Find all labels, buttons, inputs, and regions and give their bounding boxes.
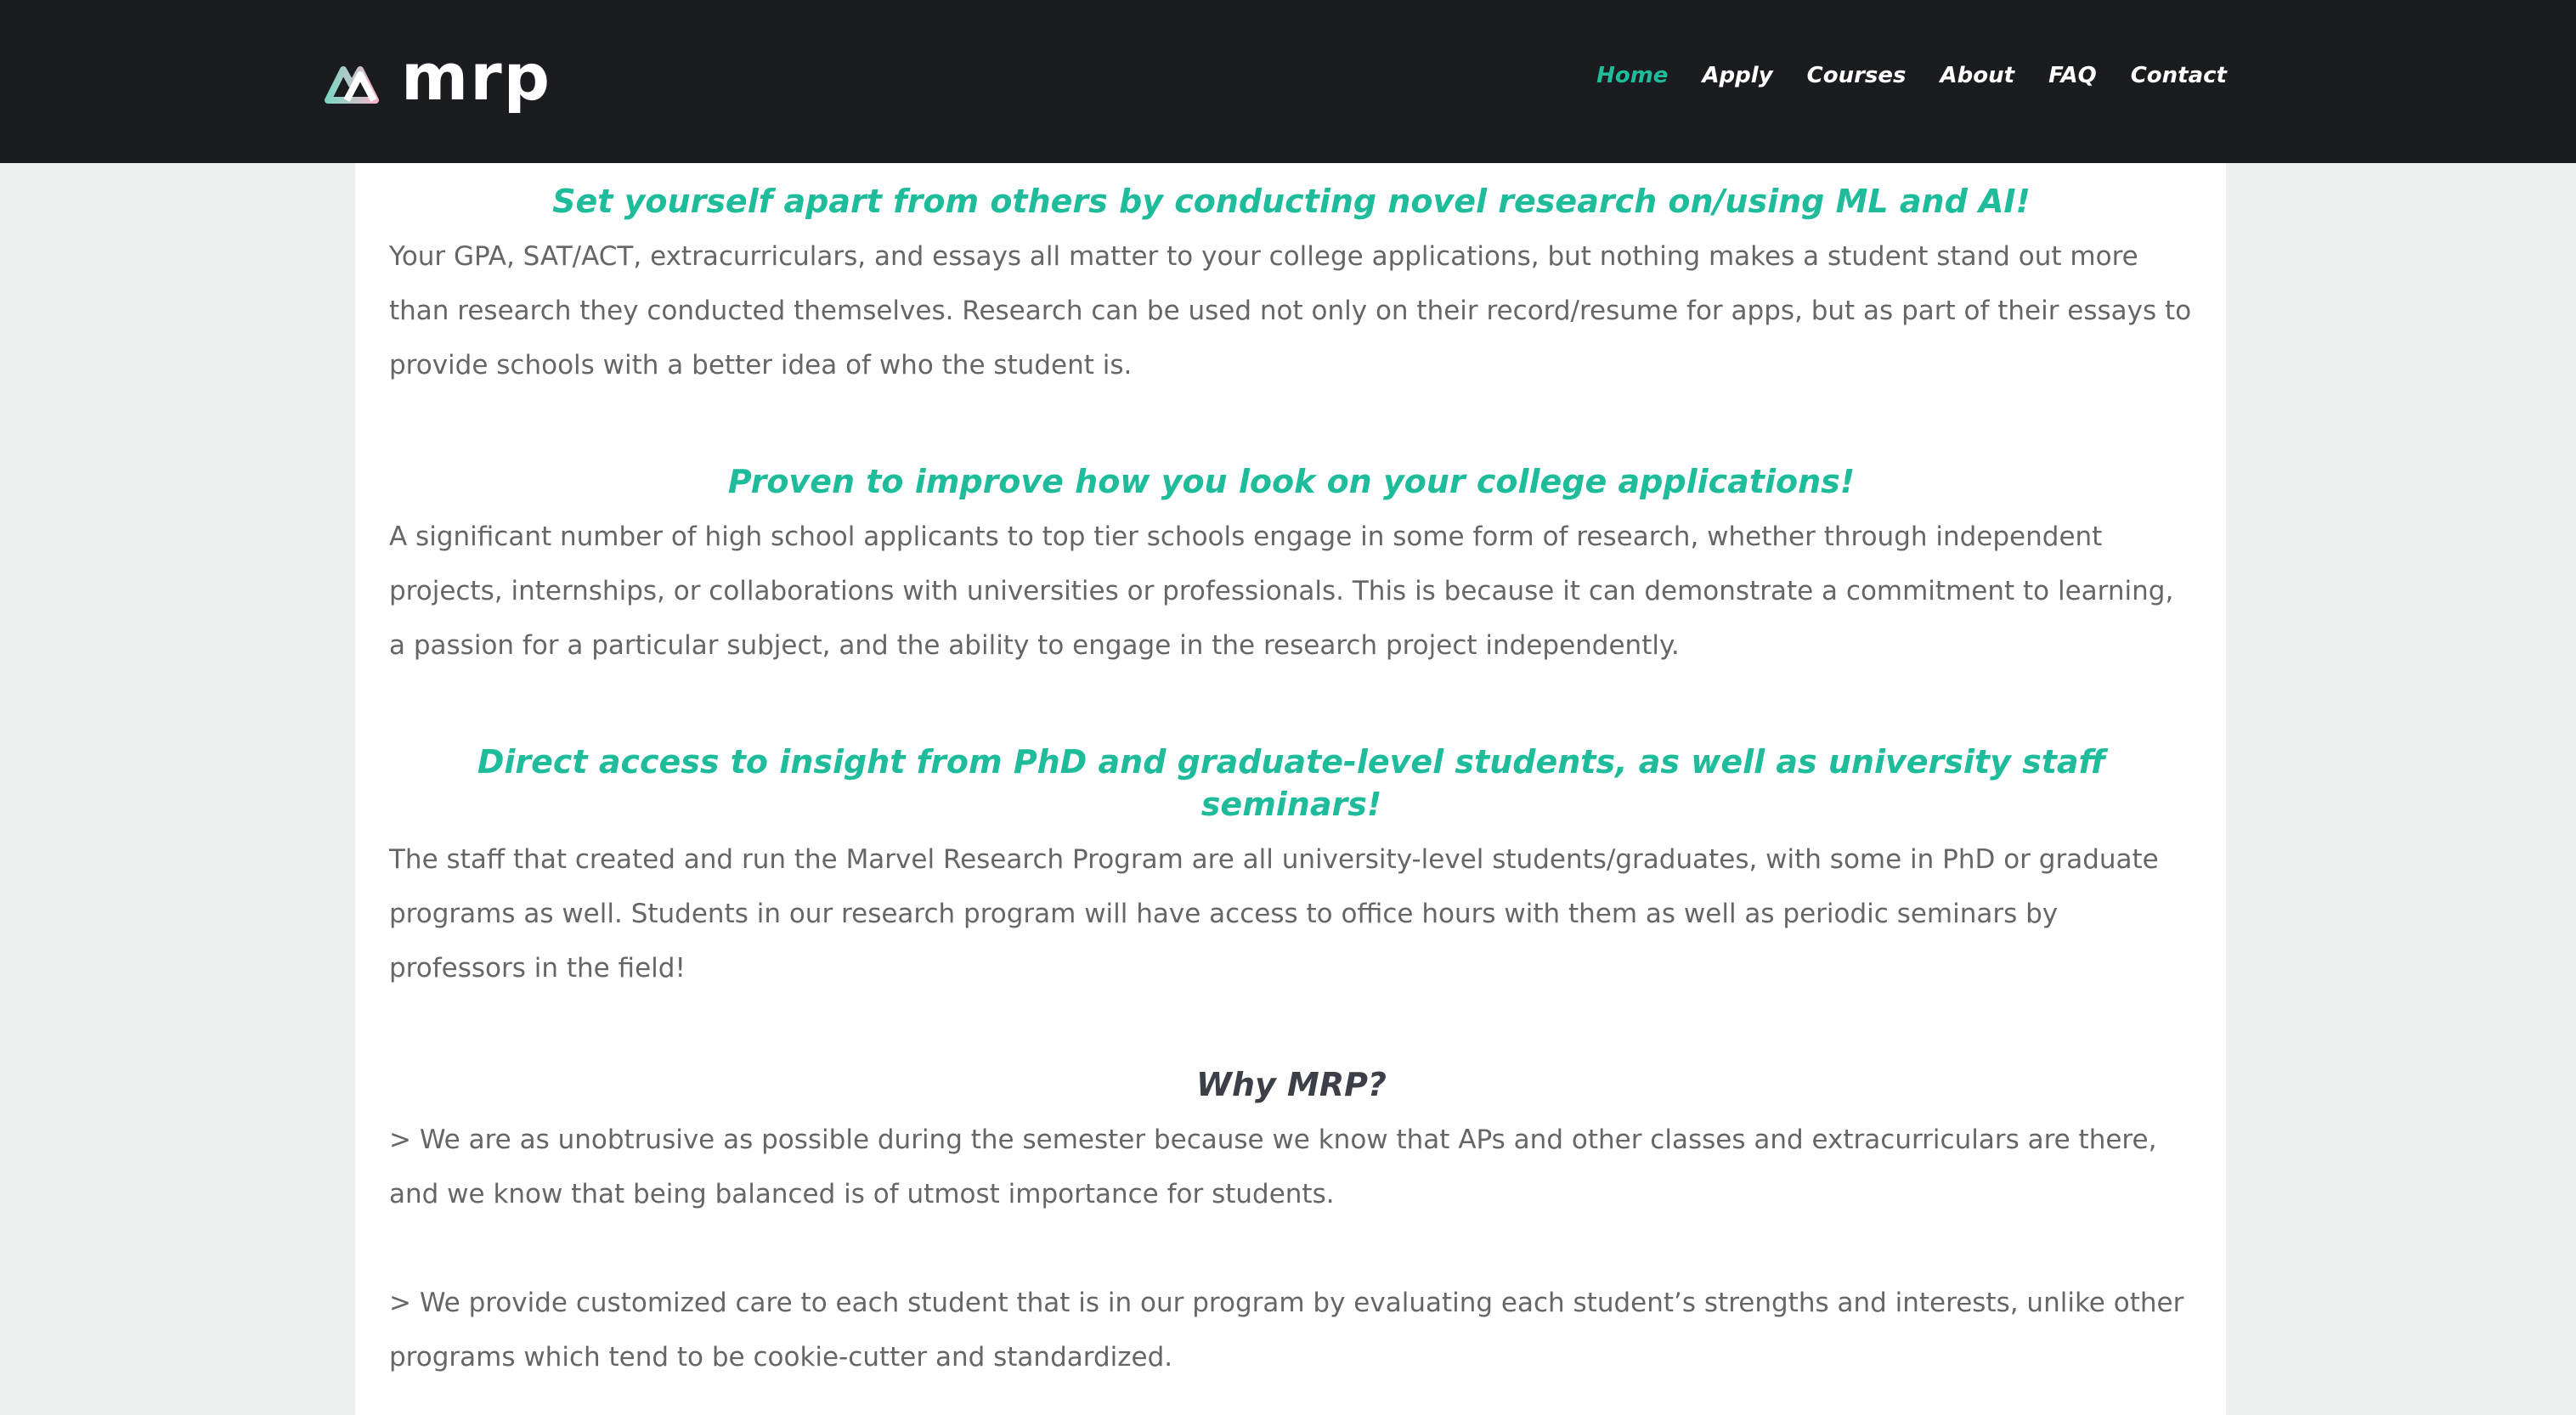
- section-body: A significant number of high school appl…: [389, 521, 2174, 661]
- mountain-logo-icon: [325, 66, 379, 104]
- why-point: > We provide customized care to each stu…: [389, 1288, 2184, 1373]
- nav-about[interactable]: About: [1940, 63, 2015, 88]
- nav-contact[interactable]: Contact: [2131, 63, 2227, 88]
- nav-courses[interactable]: Courses: [1807, 63, 1907, 88]
- nav-home[interactable]: Home: [1596, 63, 1668, 88]
- site-header: mrp Home Apply Courses About FAQ Contact: [0, 0, 2576, 163]
- nav-faq[interactable]: FAQ: [2048, 63, 2097, 88]
- section-why-mrp: Why MRP? > We are as unobtrusive as poss…: [389, 1063, 2194, 1384]
- section-novel-research: Set yourself apart from others by conduc…: [389, 180, 2194, 392]
- site-logo[interactable]: mrp: [323, 45, 551, 112]
- nav-apply[interactable]: Apply: [1702, 63, 1772, 88]
- main-content: Set yourself apart from others by conduc…: [355, 163, 2226, 1415]
- section-college-applications: Proven to improve how you look on your c…: [389, 460, 2194, 673]
- why-heading: Why MRP?: [1196, 1066, 1387, 1103]
- main-nav: Home Apply Courses About FAQ Contact: [1596, 63, 2227, 88]
- section-heading: Set yourself apart from others by conduc…: [552, 183, 2031, 220]
- why-point: > We are as unobtrusive as possible duri…: [389, 1125, 2157, 1209]
- section-body: Your GPA, SAT/ACT, extracurriculars, and…: [389, 241, 2192, 381]
- section-heading: Proven to improve how you look on your c…: [727, 463, 1856, 500]
- section-heading: Direct access to insight from PhD and gr…: [477, 743, 2106, 823]
- section-body: The staff that created and run the Marve…: [389, 844, 2159, 984]
- logo-text: mrp: [401, 39, 552, 115]
- section-direct-access: Direct access to insight from PhD and gr…: [389, 741, 2194, 995]
